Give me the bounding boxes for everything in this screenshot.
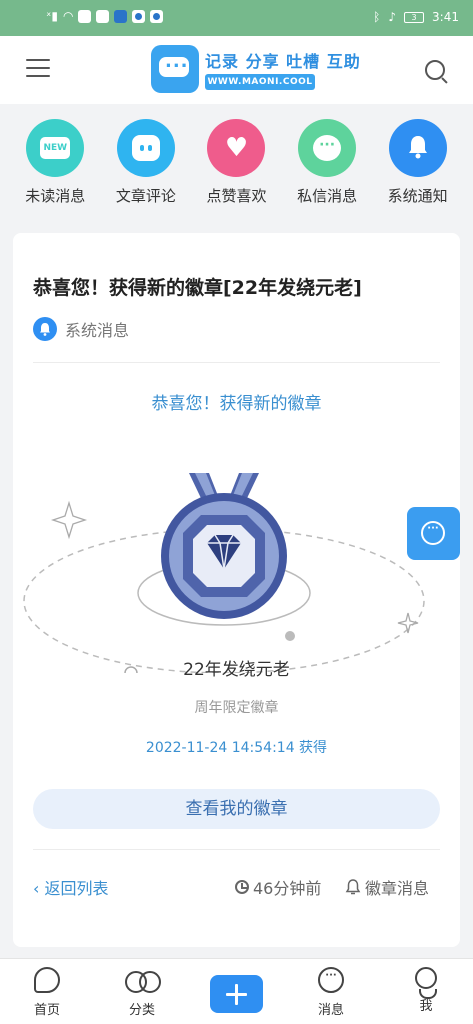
category-comments[interactable]: 文章评论: [106, 104, 186, 224]
bell-icon: [33, 317, 57, 341]
message-card: 恭喜您！获得新的徽章[22年发绕元老] 系统消息 恭喜您！获得新的徽章 22年发…: [13, 233, 460, 947]
unread-circle: NEW: [26, 119, 85, 177]
menu-icon[interactable]: [26, 59, 50, 79]
wifi-icon: ◠: [62, 9, 74, 23]
app-notification-icon: [78, 9, 92, 23]
badge-illustration: [23, 473, 425, 673]
chat-icon: ···: [313, 135, 342, 161]
profile-icon: [415, 967, 437, 999]
divider: [33, 849, 440, 850]
nav-home[interactable]: 首页: [17, 967, 77, 1018]
mute-bell-icon: ♪: [388, 10, 397, 24]
category-label: 私信消息: [297, 187, 358, 205]
likes-circle: ♥: [207, 119, 266, 177]
chat-icon: ···: [421, 521, 445, 545]
cloud-notification-icon: [114, 9, 128, 23]
view-my-badges-button[interactable]: 查看我的徽章: [33, 789, 440, 829]
badge-subtitle: 周年限定徽章: [194, 700, 279, 716]
nav-label: 消息: [317, 1003, 344, 1018]
message-time: 46分钟前: [235, 875, 321, 899]
bell-outline-icon: [345, 879, 361, 895]
badge-name: 22年发绕元老: [183, 660, 290, 680]
message-icon: ···: [318, 967, 344, 993]
congrats-text: 恭喜您！获得新的徽章: [151, 394, 322, 414]
chat-bubble-logo-icon: [151, 45, 199, 93]
bottom-navigation: 首页 分类 ··· 消息 我: [0, 958, 473, 1024]
app-notification-icon: [132, 9, 146, 23]
private-messages-circle: ···: [298, 119, 357, 177]
message-type-label: 徽章消息: [365, 879, 430, 898]
site-logo[interactable]: 记录 分享 吐槽 互助 WWW.MAONI.COOL: [151, 45, 360, 95]
nav-label: 分类: [128, 1003, 155, 1018]
app-notification-icon: [96, 9, 110, 23]
status-icons-right: ᛒ ♪ 3 3:41: [373, 10, 459, 24]
category-unread[interactable]: NEW 未读消息: [15, 104, 95, 224]
bluetooth-icon: ᛒ: [373, 10, 381, 24]
category-label: 文章评论: [115, 187, 176, 205]
source-label: 系统消息: [65, 321, 130, 340]
badge-obtained-time: 2022-11-24 14:54:14 获得: [145, 740, 328, 756]
clock-icon: [235, 880, 249, 894]
category-label: 点赞喜欢: [206, 187, 267, 205]
home-icon: [34, 967, 60, 993]
message-type: 徽章消息: [345, 875, 429, 899]
sim-icon: ˣ▮: [46, 9, 58, 23]
status-bar: ˣ▮ ◠ ᛒ ♪ 3 3:41: [0, 0, 473, 36]
logo-slogan: 记录 分享 吐槽 互助: [205, 52, 361, 71]
category-label: 系统通知: [387, 187, 448, 205]
message-title: 恭喜您！获得新的徽章[22年发绕元老]: [33, 277, 362, 299]
nav-label: 首页: [33, 1003, 60, 1018]
app-header: 记录 分享 吐槽 互助 WWW.MAONI.COOL: [0, 36, 473, 104]
bell-icon: [408, 136, 427, 159]
back-to-list-link[interactable]: ‹ 返回列表: [33, 875, 109, 899]
nav-profile[interactable]: 我: [396, 967, 456, 1014]
floating-chat-button[interactable]: ···: [407, 507, 460, 560]
category-icon: [125, 967, 161, 993]
status-icons-left: ˣ▮ ◠: [46, 9, 164, 23]
message-source: 系统消息: [33, 317, 129, 341]
nav-messages[interactable]: ··· 消息: [301, 967, 361, 1018]
comments-circle: [116, 119, 175, 177]
category-private-messages[interactable]: ··· 私信消息: [287, 104, 367, 224]
app-notification-icon: [150, 9, 164, 23]
card-footer: ‹ 返回列表 46分钟前 徽章消息: [33, 875, 440, 899]
logo-url: WWW.MAONI.COOL: [205, 74, 315, 90]
battery-icon: 3: [404, 11, 425, 23]
category-likes[interactable]: ♥ 点赞喜欢: [196, 104, 276, 224]
sparkle-icon: [50, 500, 88, 540]
system-notice-circle: [388, 119, 447, 177]
message-category-row: NEW 未读消息 文章评论 ♥ 点赞喜欢 ··· 私信消息 系统通知: [0, 104, 473, 224]
nav-category[interactable]: 分类: [112, 967, 172, 1018]
orbit-dot: [285, 631, 295, 641]
time-ago: 46分钟前: [253, 879, 322, 898]
new-icon: NEW: [40, 137, 71, 159]
category-system-notice[interactable]: 系统通知: [378, 104, 458, 224]
clock-time: 3:41: [432, 10, 459, 24]
search-icon[interactable]: [425, 60, 445, 80]
divider: [33, 362, 440, 363]
category-label: 未读消息: [25, 187, 86, 205]
heart-icon: ♥: [224, 133, 249, 163]
plus-icon[interactable]: [210, 975, 263, 1013]
comment-face-icon: [131, 135, 160, 161]
